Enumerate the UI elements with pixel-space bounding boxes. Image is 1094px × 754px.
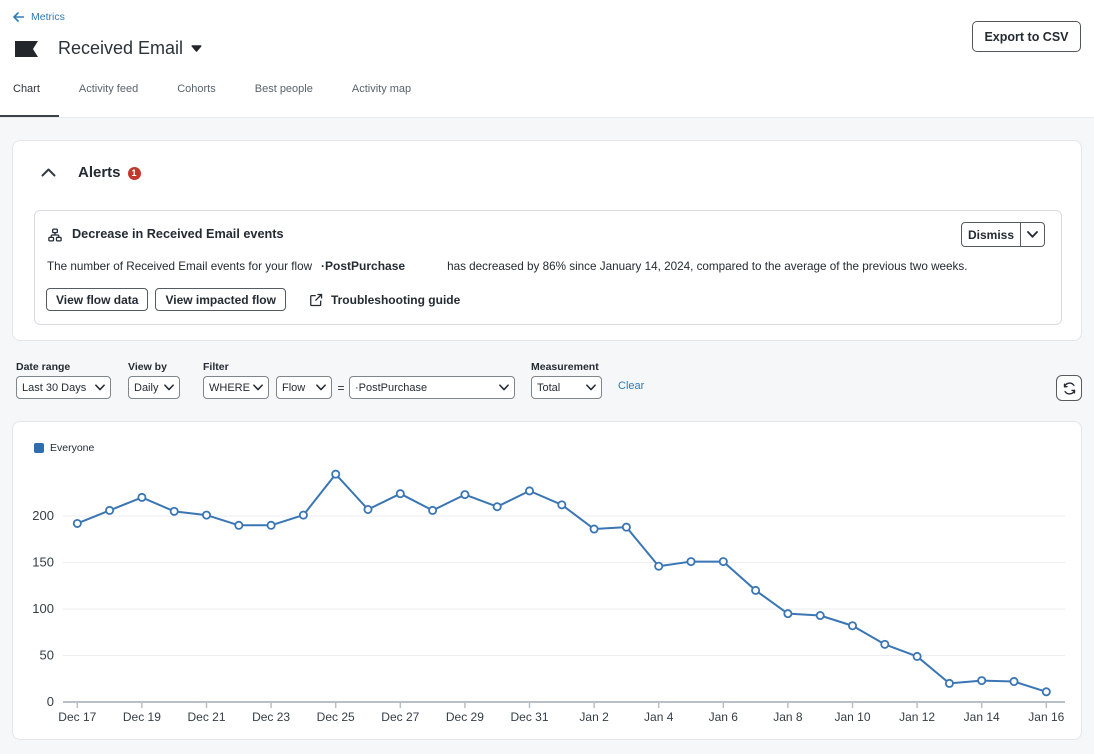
svg-text:Jan 8: Jan 8: [773, 710, 803, 724]
svg-text:Dec 27: Dec 27: [381, 710, 419, 724]
svg-text:Jan 14: Jan 14: [964, 710, 1000, 724]
svg-text:Dec 31: Dec 31: [510, 710, 548, 724]
svg-text:150: 150: [32, 555, 54, 570]
svg-text:Dec 21: Dec 21: [187, 710, 225, 724]
svg-text:50: 50: [40, 648, 54, 663]
svg-text:200: 200: [32, 508, 54, 523]
svg-text:Dec 25: Dec 25: [317, 710, 355, 724]
svg-text:Jan 2: Jan 2: [579, 710, 609, 724]
svg-text:Jan 10: Jan 10: [834, 710, 870, 724]
svg-text:Dec 17: Dec 17: [58, 710, 96, 724]
svg-text:Dec 19: Dec 19: [123, 710, 161, 724]
svg-text:100: 100: [32, 601, 54, 616]
svg-text:Jan 16: Jan 16: [1028, 710, 1064, 724]
svg-text:Dec 29: Dec 29: [446, 710, 484, 724]
svg-text:Jan 6: Jan 6: [709, 710, 739, 724]
svg-text:Jan 4: Jan 4: [644, 710, 674, 724]
svg-text:0: 0: [47, 694, 54, 709]
svg-text:Dec 23: Dec 23: [252, 710, 290, 724]
svg-text:Jan 12: Jan 12: [899, 710, 935, 724]
